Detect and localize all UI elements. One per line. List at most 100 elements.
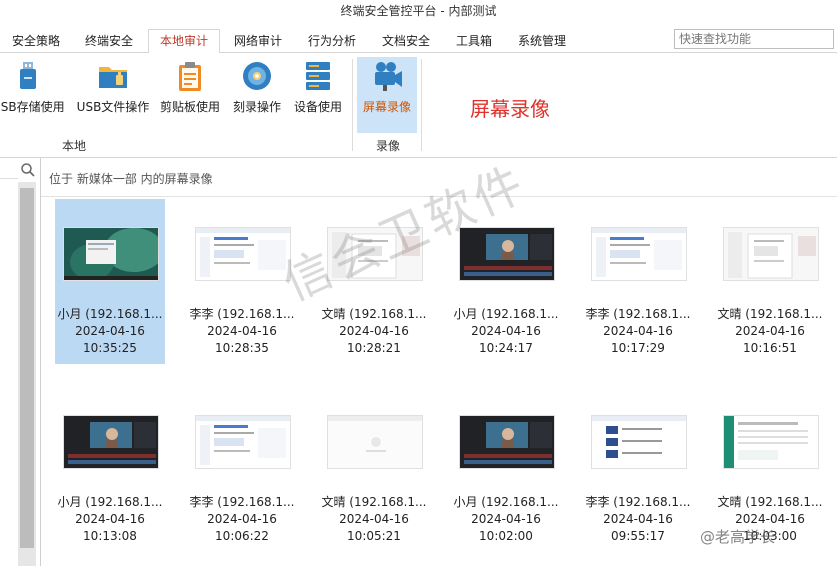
clipboard-usage-label: 剪贴板使用 bbox=[159, 100, 220, 114]
recording-date: 2024-04-16 bbox=[75, 324, 145, 338]
quick-search-input[interactable] bbox=[674, 29, 834, 49]
recording-time: 10:05:21 bbox=[347, 529, 401, 543]
recording-time: 10:24:17 bbox=[479, 341, 533, 355]
recording-name: 文晴 (192.168.1... bbox=[321, 495, 427, 509]
recording-meta: 文晴 (192.168.1... 2024-04-16 10:16:51 bbox=[715, 306, 825, 357]
ribbon-group-local-label: 本地 bbox=[62, 139, 87, 153]
recording-time: 10:02:00 bbox=[479, 529, 533, 543]
recording-thumbnail[interactable] bbox=[327, 415, 423, 469]
recording-item[interactable]: 文晴 (192.168.1... 2024-04-16 10:05:21 bbox=[319, 387, 429, 552]
recording-name: 文晴 (192.168.1... bbox=[321, 307, 427, 321]
recording-item[interactable]: 李李 (192.168.1... 2024-04-16 10:28:35 bbox=[187, 199, 297, 364]
recording-item[interactable]: 小月 (192.168.1... 2024-04-16 10:24:17 bbox=[451, 199, 561, 364]
recording-thumbnail[interactable] bbox=[63, 227, 159, 281]
recording-date: 2024-04-16 bbox=[603, 324, 673, 338]
section-title: 屏幕录像 bbox=[470, 97, 550, 121]
recording-date: 2024-04-16 bbox=[735, 324, 805, 338]
recording-time: 10:28:21 bbox=[347, 341, 401, 355]
recording-name: 文晴 (192.168.1... bbox=[717, 495, 823, 509]
usb-file-operation-button[interactable]: USB文件操作 bbox=[74, 57, 152, 114]
ribbon-toolbar: USB存储使用 USB文件操作 剪贴板使用 刻录操作 设备使用 屏幕录像 本地 … bbox=[0, 53, 837, 158]
tab-local-audit[interactable]: 本地审计 bbox=[148, 29, 220, 54]
recording-date: 2024-04-16 bbox=[603, 512, 673, 526]
recording-item[interactable]: 李李 (192.168.1... 2024-04-16 10:06:22 bbox=[187, 387, 297, 552]
recording-item[interactable]: 文晴 (192.168.1... 2024-04-16 10:28:21 bbox=[319, 199, 429, 364]
recording-date: 2024-04-16 bbox=[207, 324, 277, 338]
recording-thumbnail[interactable] bbox=[591, 227, 687, 281]
device-usage-button[interactable]: 设备使用 bbox=[290, 57, 346, 114]
screen-recording-button[interactable]: 屏幕录像 bbox=[357, 57, 417, 133]
recording-item[interactable]: 李李 (192.168.1... 2024-04-16 10:17:29 bbox=[583, 199, 693, 364]
usb-storage-usage-label: USB存储使用 bbox=[0, 100, 65, 114]
recording-time: 10:03:00 bbox=[743, 529, 797, 543]
recording-thumbnail[interactable] bbox=[459, 227, 555, 281]
recording-thumbnail[interactable] bbox=[459, 415, 555, 469]
ribbon-group-recording-label: 录像 bbox=[376, 139, 401, 153]
search-icon[interactable] bbox=[20, 162, 36, 178]
breadcrumb-bar: 位于 新媒体一部 内的屏幕录像 bbox=[41, 158, 837, 197]
recording-thumbnail[interactable] bbox=[195, 415, 291, 469]
screen-recording-label: 屏幕录像 bbox=[362, 100, 411, 114]
tab-toolbox[interactable]: 工具箱 bbox=[448, 30, 500, 52]
recording-name: 小月 (192.168.1... bbox=[57, 307, 163, 321]
recording-item[interactable]: 文晴 (192.168.1... 2024-04-16 10:16:51 bbox=[715, 199, 825, 364]
left-pane-scrollbar[interactable] bbox=[18, 182, 36, 566]
recording-meta: 李李 (192.168.1... 2024-04-16 10:06:22 bbox=[187, 494, 297, 545]
recording-name: 李李 (192.168.1... bbox=[585, 307, 691, 321]
burn-operation-button[interactable]: 刻录操作 bbox=[228, 57, 286, 114]
recording-thumbnail[interactable] bbox=[591, 415, 687, 469]
recording-time: 10:06:22 bbox=[215, 529, 269, 543]
usb-folder-icon bbox=[96, 59, 130, 93]
disc-icon bbox=[240, 59, 274, 93]
recording-name: 小月 (192.168.1... bbox=[453, 307, 559, 321]
recording-date: 2024-04-16 bbox=[471, 512, 541, 526]
tab-document-security[interactable]: 文档安全 bbox=[374, 30, 438, 52]
ribbon-group-divider bbox=[352, 59, 353, 151]
recording-meta: 李李 (192.168.1... 2024-04-16 10:28:35 bbox=[187, 306, 297, 357]
recording-meta: 文晴 (192.168.1... 2024-04-16 10:28:21 bbox=[319, 306, 429, 357]
tab-security-policy[interactable]: 安全策略 bbox=[4, 30, 68, 52]
clipboard-usage-button[interactable]: 剪贴板使用 bbox=[158, 57, 222, 114]
recording-date: 2024-04-16 bbox=[339, 324, 409, 338]
scrollbar-thumb[interactable] bbox=[20, 188, 34, 548]
recording-meta: 小月 (192.168.1... 2024-04-16 10:35:25 bbox=[55, 306, 165, 357]
tab-system-management[interactable]: 系统管理 bbox=[510, 30, 574, 52]
recording-name: 李李 (192.168.1... bbox=[189, 495, 295, 509]
recording-time: 10:28:35 bbox=[215, 341, 269, 355]
recording-date: 2024-04-16 bbox=[471, 324, 541, 338]
recording-time: 10:35:25 bbox=[83, 341, 137, 355]
recording-thumbnail[interactable] bbox=[723, 415, 819, 469]
window-title: 终端安全管控平台 - 内部测试 bbox=[0, 0, 837, 22]
usb-storage-usage-button[interactable]: USB存储使用 bbox=[0, 57, 65, 114]
recording-thumbnail[interactable] bbox=[195, 227, 291, 281]
recording-meta: 小月 (192.168.1... 2024-04-16 10:13:08 bbox=[55, 494, 165, 545]
recording-name: 李李 (192.168.1... bbox=[189, 307, 295, 321]
device-stack-icon bbox=[301, 59, 335, 93]
recording-meta: 李李 (192.168.1... 2024-04-16 09:55:17 bbox=[583, 494, 693, 545]
recording-date: 2024-04-16 bbox=[75, 512, 145, 526]
breadcrumb: 位于 新媒体一部 内的屏幕录像 bbox=[49, 172, 213, 186]
burn-operation-label: 刻录操作 bbox=[232, 100, 281, 114]
recording-grid: 小月 (192.168.1... 2024-04-16 10:35:25 李李 (19… bbox=[41, 197, 837, 566]
recording-item[interactable]: 文晴 (192.168.1... 2024-04-16 10:03:00 bbox=[715, 387, 825, 552]
recording-thumbnail[interactable] bbox=[63, 415, 159, 469]
recording-meta: 文晴 (192.168.1... 2024-04-16 10:03:00 bbox=[715, 494, 825, 545]
recording-thumbnail[interactable] bbox=[723, 227, 819, 281]
recording-meta: 小月 (192.168.1... 2024-04-16 10:02:00 bbox=[451, 494, 561, 545]
clipboard-icon bbox=[173, 59, 207, 93]
tab-behavior-analysis[interactable]: 行为分析 bbox=[300, 30, 364, 52]
device-usage-label: 设备使用 bbox=[293, 100, 342, 114]
recording-item[interactable]: 小月 (192.168.1... 2024-04-16 10:35:25 bbox=[55, 199, 165, 364]
video-camera-icon bbox=[370, 59, 404, 93]
recording-date: 2024-04-16 bbox=[207, 512, 277, 526]
recording-thumbnail[interactable] bbox=[327, 227, 423, 281]
tab-network-audit[interactable]: 网络审计 bbox=[226, 30, 290, 52]
recording-item[interactable]: 小月 (192.168.1... 2024-04-16 10:13:08 bbox=[55, 387, 165, 552]
recording-item[interactable]: 李李 (192.168.1... 2024-04-16 09:55:17 bbox=[583, 387, 693, 552]
recording-item[interactable]: 小月 (192.168.1... 2024-04-16 10:02:00 bbox=[451, 387, 561, 552]
recording-name: 小月 (192.168.1... bbox=[453, 495, 559, 509]
recording-time: 10:16:51 bbox=[743, 341, 797, 355]
recording-time: 10:17:29 bbox=[611, 341, 665, 355]
recording-name: 小月 (192.168.1... bbox=[57, 495, 163, 509]
tab-terminal-security[interactable]: 终端安全 bbox=[76, 30, 142, 52]
